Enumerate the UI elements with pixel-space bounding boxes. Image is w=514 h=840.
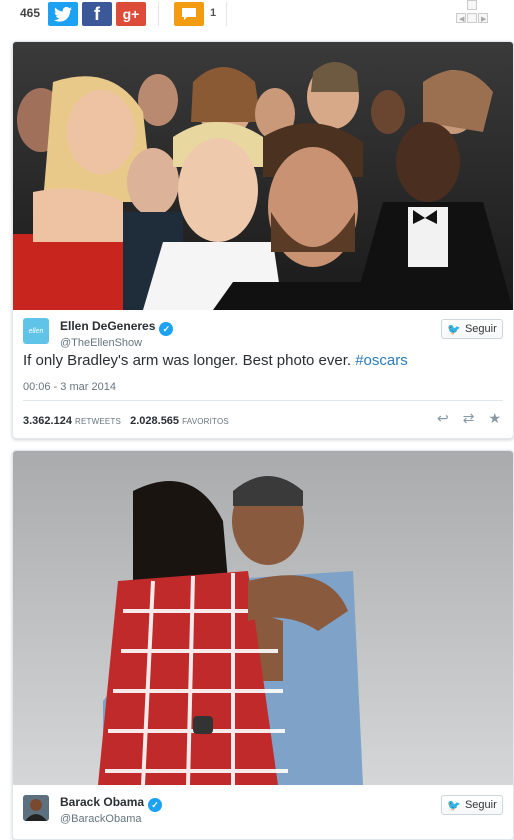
follow-button[interactable]: 🐦 Seguir — [441, 795, 503, 815]
share-bar: 465 f g+ 1 ◀ ▶ — [0, 0, 514, 30]
arrow-left-icon: ◀ — [459, 16, 465, 23]
tweet-stats: 3.362.124 RETWEETS 2.028.565 FAVORITOS — [23, 415, 235, 427]
author-name-text: Ellen DeGeneres — [60, 319, 156, 333]
avatar[interactable] — [23, 795, 49, 821]
tweet-author-name[interactable]: Ellen DeGeneres ✓ — [60, 319, 174, 336]
avatar[interactable]: ellen — [23, 318, 49, 344]
pager-up[interactable] — [467, 0, 477, 10]
retweets-label: RETWEETS — [75, 417, 122, 426]
follow-button-label: Seguir — [464, 323, 497, 335]
avatar-image — [23, 795, 49, 821]
tweet-author-handle[interactable]: @BarackObama — [60, 813, 141, 825]
google-plus-icon: g+ — [122, 6, 140, 22]
tweet-body: If only Bradley's arm was longer. Best p… — [23, 352, 356, 369]
follow-button[interactable]: 🐦 Seguir — [441, 319, 503, 339]
tweet-actions: ↩ ⇄ ★ — [437, 410, 501, 427]
pager-right[interactable]: ▶ — [478, 13, 488, 23]
facebook-share-button[interactable]: f — [82, 2, 112, 26]
author-name-text: Barack Obama — [60, 795, 145, 809]
tweet-author-name[interactable]: Barack Obama ✓ — [60, 795, 163, 812]
retweet-count: 3.362.124 — [23, 415, 72, 427]
tweet-author-handle[interactable]: @TheEllenShow — [60, 337, 142, 349]
tweet-photo-hug[interactable] — [13, 451, 514, 785]
twitter-share-button[interactable] — [48, 2, 78, 26]
divider — [226, 2, 227, 26]
tweet-timestamp[interactable]: 00:06 - 3 mar 2014 — [23, 381, 116, 393]
tweet-card: Barack Obama ✓ @BarackObama 🐦 Seguir — [12, 450, 514, 840]
google-plus-share-button[interactable]: g+ — [116, 2, 146, 26]
twitter-bird-icon: 🐦 — [447, 323, 461, 336]
comments-button[interactable] — [174, 2, 204, 26]
facebook-icon: f — [94, 3, 100, 24]
favorite-count: 2.028.565 — [130, 415, 180, 427]
favorites-label: FAVORITOS — [182, 417, 229, 426]
verified-badge-icon: ✓ — [159, 322, 174, 336]
twitter-bird-icon: 🐦 — [447, 799, 461, 812]
share-count: 465 — [20, 6, 41, 20]
favorite-star-icon[interactable]: ★ — [488, 410, 501, 427]
divider — [23, 400, 503, 401]
avatar-text: ellen — [28, 327, 44, 335]
pager-left[interactable]: ◀ — [456, 13, 466, 23]
pager-center[interactable] — [467, 13, 477, 23]
verified-badge-icon: ✓ — [148, 798, 163, 812]
tweet-text: If only Bradley's arm was longer. Best p… — [23, 352, 503, 369]
comment-bubble-icon — [182, 8, 196, 20]
follow-button-label: Seguir — [464, 799, 497, 811]
pager-controls: ◀ ▶ — [452, 0, 496, 30]
tweet-photo-selfie[interactable] — [13, 42, 514, 310]
reply-icon[interactable]: ↩ — [437, 410, 449, 427]
divider — [158, 2, 159, 26]
twitter-bird-icon — [54, 6, 72, 22]
tweet-card: ellen Ellen DeGeneres ✓ @TheEllenShow 🐦 S… — [12, 41, 514, 439]
comments-count: 1 — [210, 7, 217, 19]
arrow-right-icon: ▶ — [481, 16, 487, 23]
retweet-icon[interactable]: ⇄ — [463, 410, 475, 427]
hashtag-link[interactable]: #oscars — [355, 352, 408, 369]
